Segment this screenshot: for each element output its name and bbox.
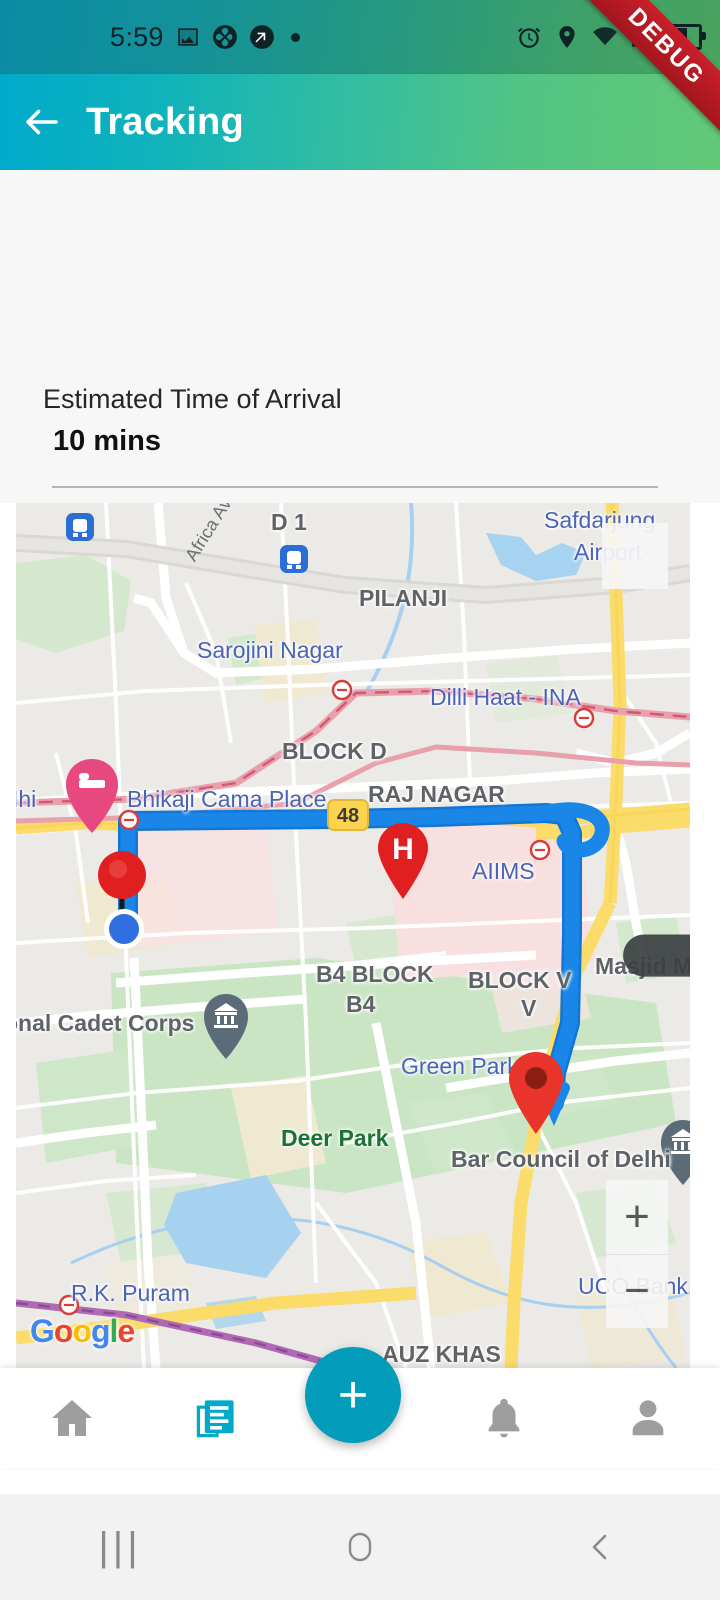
- svg-text:48: 48: [337, 805, 359, 827]
- map-canvas: 48: [16, 503, 690, 1368]
- system-recents-button[interactable]: |||: [0, 1525, 240, 1570]
- page-title: Tracking: [86, 100, 244, 143]
- system-home-button[interactable]: [240, 1527, 480, 1567]
- zoom-in-button[interactable]: +: [606, 1180, 668, 1255]
- image-icon: [178, 28, 198, 46]
- location-icon: [559, 26, 575, 48]
- eta-value: 10 mins: [53, 425, 161, 457]
- nav-item-profile[interactable]: [576, 1368, 720, 1468]
- metro-station-icon: [280, 545, 308, 573]
- wifi-icon: [593, 27, 617, 46]
- app-bar: Tracking: [0, 74, 720, 170]
- status-bar-left: 5:59: [110, 0, 300, 74]
- back-button[interactable]: [0, 74, 84, 170]
- phone-screen: 5:59 DEBUG Tracking Estimated Time of Ar…: [0, 0, 720, 1600]
- google-logo-e: e: [117, 1313, 135, 1349]
- system-navigation-bar: |||: [0, 1494, 720, 1600]
- eta-label: Estimated Time of Arrival: [43, 384, 342, 414]
- system-back-button[interactable]: [480, 1528, 720, 1566]
- zoom-controls[interactable]: + −: [606, 1180, 668, 1328]
- dot-indicator: [290, 32, 300, 42]
- documents-icon: [196, 1400, 234, 1438]
- recents-icon: |||: [98, 1524, 142, 1569]
- google-logo-o2: o: [72, 1313, 92, 1349]
- metro-station-icon: [66, 513, 94, 541]
- plus-icon: +: [337, 1366, 369, 1424]
- screenshot-icon: [249, 25, 274, 49]
- trip-info-panel: Estimated Time of Arrival 10 mins Distan…: [0, 170, 720, 625]
- home-icon: [52, 1400, 92, 1436]
- back-chevron-icon: [592, 1534, 607, 1560]
- nav-item-notifications[interactable]: [432, 1368, 576, 1468]
- nav-item-home[interactable]: [0, 1368, 144, 1468]
- highway-shield-48: 48: [327, 799, 369, 831]
- notifications-icon: [488, 1398, 520, 1438]
- add-fab-button[interactable]: +: [305, 1347, 401, 1443]
- profile-icon: [632, 1400, 664, 1436]
- google-watermark: Google: [30, 1313, 135, 1350]
- google-logo-g1: G: [30, 1313, 55, 1349]
- divider-eta: [52, 486, 658, 488]
- alarm-icon: [517, 27, 541, 48]
- status-bar-clock: 5:59: [110, 21, 164, 52]
- zoom-out-button[interactable]: −: [606, 1255, 668, 1329]
- google-logo-g2: g: [90, 1313, 111, 1349]
- map-view[interactable]: 48 Africa Ave D 1 Safdarjung PILANJI Sar…: [16, 503, 690, 1368]
- nav-item-documents[interactable]: [144, 1368, 288, 1468]
- flower-app-icon: [212, 25, 237, 49]
- arrow-left-icon: [26, 109, 58, 135]
- home-circle-icon: [348, 1532, 372, 1562]
- google-logo-o1: o: [53, 1313, 74, 1349]
- my-location-button[interactable]: [602, 523, 690, 977]
